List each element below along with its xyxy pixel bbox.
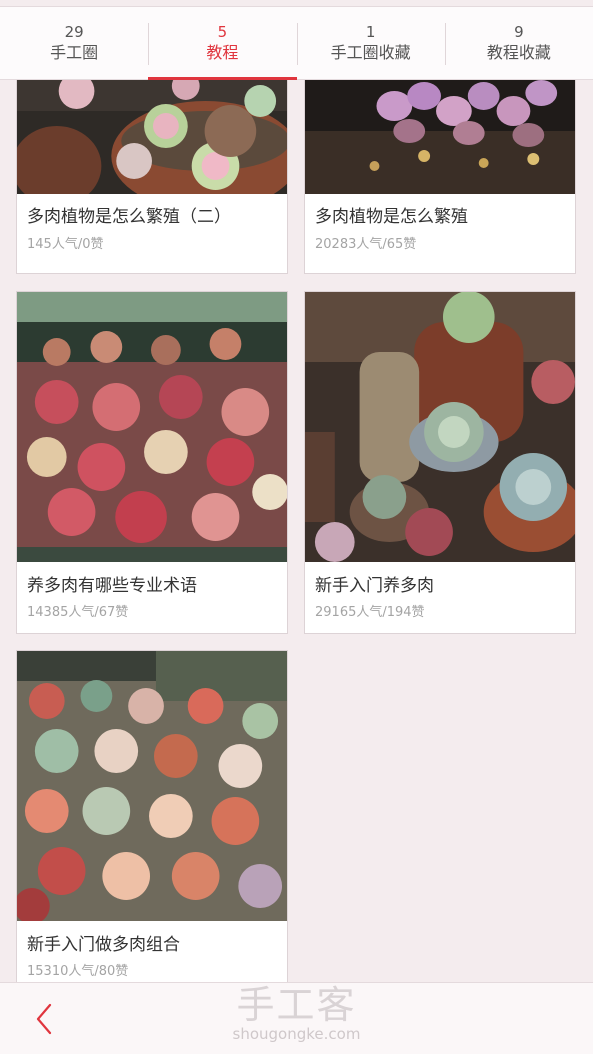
tutorial-card[interactable]: 多肉植物是怎么繁殖（二） 145人气/0赞	[16, 80, 288, 274]
tutorial-stats: 20283人气/65赞	[315, 237, 417, 252]
tab-tutorial-favorites[interactable]: 9 教程收藏	[444, 7, 593, 79]
tab-handcraft-circle[interactable]: 29 手工圈	[0, 7, 148, 79]
tutorial-stats: 145人气/0赞	[27, 237, 104, 252]
tutorial-title: 多肉植物是怎么繁殖	[315, 207, 468, 227]
tutorial-stats: 15310人气/80赞	[27, 964, 129, 979]
tutorial-thumbnail	[17, 80, 287, 194]
tutorial-thumbnail	[305, 80, 575, 194]
tutorial-title: 多肉植物是怎么繁殖（二）	[27, 207, 231, 227]
tutorial-stats: 29165人气/194赞	[315, 605, 425, 620]
tutorial-grid[interactable]: 多肉植物是怎么繁殖（二） 145人气/0赞 多肉植物是怎么繁殖 20283人气/…	[0, 80, 593, 982]
tutorial-card[interactable]: 新手入门养多肉 29165人气/194赞	[304, 291, 576, 634]
watermark-url: shougongke.com	[232, 1025, 361, 1043]
tab-circle-favorites[interactable]: 1 手工圈收藏	[296, 7, 445, 79]
tutorial-card[interactable]: 新手入门做多肉组合 15310人气/80赞	[16, 650, 288, 982]
tab-bar: 29 手工圈 5 教程 1 手工圈收藏 9 教程收藏	[0, 6, 593, 80]
tab-count: 9	[514, 23, 524, 41]
tab-count: 1	[365, 23, 376, 41]
watermark-brand: 手工客	[236, 983, 357, 1027]
tutorial-card[interactable]: 多肉植物是怎么繁殖 20283人气/65赞	[304, 80, 576, 274]
tutorial-thumbnail	[17, 651, 287, 921]
tutorial-title: 新手入门做多肉组合	[27, 935, 180, 955]
tutorial-thumbnail	[305, 292, 575, 562]
tab-count: 5	[217, 23, 228, 41]
tab-count: 29	[64, 23, 84, 41]
bottom-bar: 手工客 shougongke.com	[0, 982, 593, 1054]
tab-tutorials[interactable]: 5 教程	[148, 7, 297, 80]
tutorial-thumbnail	[17, 292, 287, 562]
tutorial-title: 养多肉有哪些专业术语	[27, 576, 197, 596]
tab-label: 手工圈	[50, 43, 99, 62]
tab-label: 手工圈收藏	[330, 43, 411, 62]
tab-label: 教程收藏	[486, 43, 551, 62]
tutorial-stats: 14385人气/67赞	[27, 605, 129, 620]
tutorial-card[interactable]: 养多肉有哪些专业术语 14385人气/67赞	[16, 291, 288, 634]
tutorial-title: 新手入门养多肉	[315, 576, 434, 596]
tab-label: 教程	[206, 43, 239, 62]
